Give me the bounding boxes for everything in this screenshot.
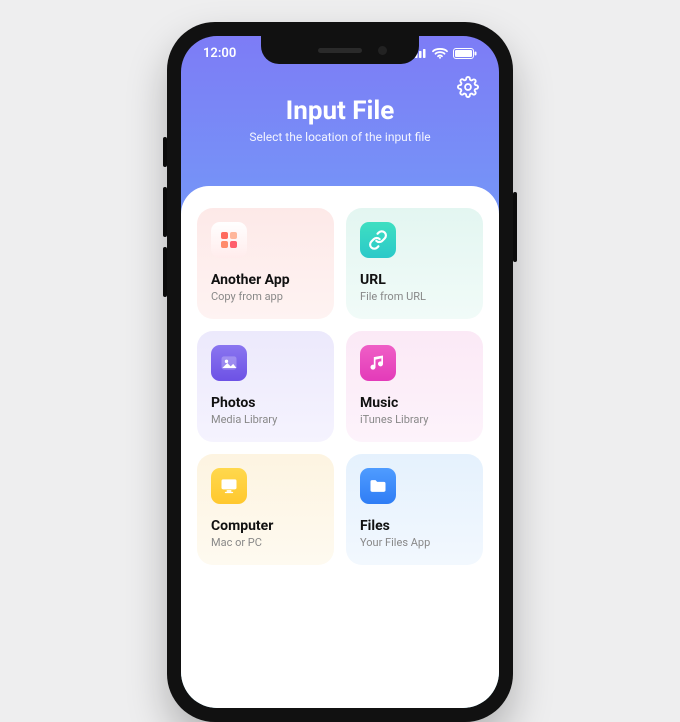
status-time: 12:00 — [203, 46, 236, 61]
speaker — [318, 48, 362, 53]
volume-up-button — [163, 187, 167, 237]
gear-icon — [457, 76, 479, 98]
card-files[interactable]: Files Your Files App — [346, 454, 483, 565]
options-grid: Another App Copy from app URL File from … — [197, 208, 483, 565]
phone-frame: 12:00 Input File Select the locat — [167, 22, 513, 722]
card-title: Music — [360, 395, 469, 411]
mute-switch — [163, 137, 167, 167]
link-icon — [360, 222, 396, 258]
options-sheet: Another App Copy from app URL File from … — [181, 186, 499, 708]
card-subtitle: Your Files App — [360, 536, 469, 549]
volume-down-button — [163, 247, 167, 297]
card-subtitle: iTunes Library — [360, 413, 469, 426]
card-subtitle: Copy from app — [211, 290, 320, 303]
card-subtitle: Media Library — [211, 413, 320, 426]
wifi-icon — [432, 48, 448, 59]
music-note-icon — [360, 345, 396, 381]
battery-icon — [453, 48, 477, 59]
card-title: Computer — [211, 518, 320, 534]
card-url[interactable]: URL File from URL — [346, 208, 483, 319]
app-grid-icon — [211, 222, 247, 258]
monitor-icon — [211, 468, 247, 504]
card-subtitle: File from URL — [360, 290, 469, 303]
card-title: Files — [360, 518, 469, 534]
page-subtitle: Select the location of the input file — [199, 130, 481, 144]
card-music[interactable]: Music iTunes Library — [346, 331, 483, 442]
power-button — [513, 192, 517, 262]
header: Input File Select the location of the in… — [181, 70, 499, 144]
photo-icon — [211, 345, 247, 381]
page-title: Input File — [199, 96, 481, 126]
settings-button[interactable] — [455, 74, 481, 100]
folder-icon — [360, 468, 396, 504]
card-photos[interactable]: Photos Media Library — [197, 331, 334, 442]
front-camera — [378, 46, 387, 55]
card-another-app[interactable]: Another App Copy from app — [197, 208, 334, 319]
card-title: Photos — [211, 395, 320, 411]
card-subtitle: Mac or PC — [211, 536, 320, 549]
screen: 12:00 Input File Select the locat — [181, 36, 499, 708]
notch — [261, 36, 419, 64]
card-computer[interactable]: Computer Mac or PC — [197, 454, 334, 565]
card-title: URL — [360, 272, 469, 288]
card-title: Another App — [211, 272, 320, 288]
